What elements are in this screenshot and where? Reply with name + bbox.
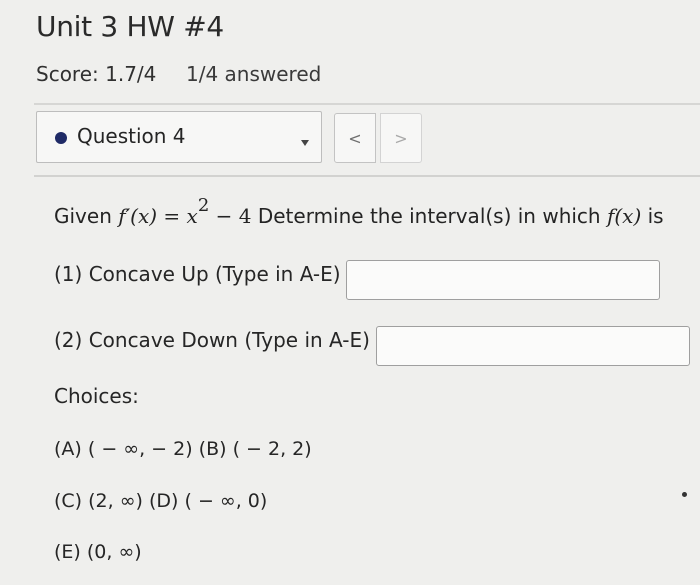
concave-down-input[interactable]: [376, 326, 690, 366]
answered-count: 1/4 answered: [186, 62, 322, 86]
question-divider: [34, 175, 700, 177]
chevron-right-icon: >: [394, 128, 408, 148]
choices-heading: Choices:: [54, 384, 139, 408]
variable-x: x: [186, 204, 198, 228]
header-divider: [34, 103, 700, 105]
chevron-left-icon: <: [348, 128, 362, 148]
function-expression: f(x): [606, 204, 642, 228]
page-title: Unit 3 HW #4: [36, 10, 224, 43]
next-question-button[interactable]: >: [380, 113, 422, 163]
status-dot-icon: [55, 132, 67, 144]
minus-four: − 4: [209, 204, 252, 228]
choice-line-1: (A) ( − ∞, − 2) (B) ( − 2, 2): [54, 438, 312, 460]
choice-line-3: (E) (0, ∞): [54, 541, 142, 563]
question-suffix: is: [641, 204, 664, 228]
question-given-prefix: Given: [54, 204, 119, 228]
exponent: 2: [197, 195, 210, 216]
question-instruction: Determine the interval(s) in which: [251, 204, 607, 228]
choice-line-2: (C) (2, ∞) (D) ( − ∞, 0): [54, 490, 268, 512]
previous-question-button[interactable]: <: [334, 113, 376, 163]
caret-down-icon: [301, 140, 309, 146]
derivative-expression: f′(x): [118, 204, 158, 228]
concave-up-label: (1) Concave Up (Type in A-E): [54, 262, 341, 286]
concave-up-input[interactable]: [346, 260, 660, 300]
question-prompt: Given f′(x) = x2 − 4 Determine the inter…: [54, 195, 664, 228]
question-selector-dropdown[interactable]: Question 4: [36, 111, 322, 163]
concave-down-label: (2) Concave Down (Type in A-E): [54, 328, 370, 352]
equals-sign: =: [157, 204, 187, 228]
dot-icon: [682, 492, 687, 497]
score-text: Score: 1.7/4: [36, 62, 157, 86]
question-selector-label: Question 4: [77, 124, 186, 148]
